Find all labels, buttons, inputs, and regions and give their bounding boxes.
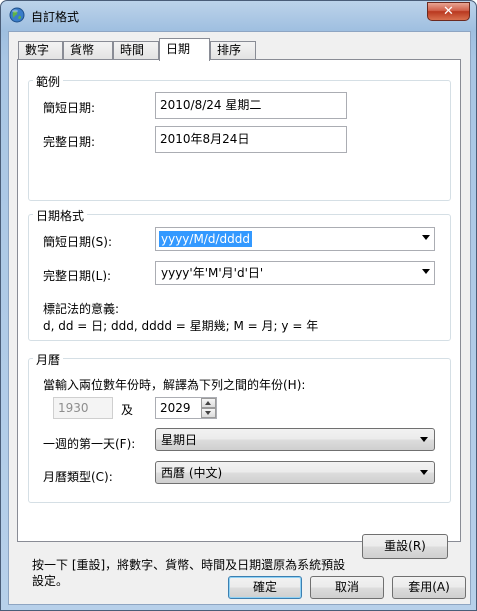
tab-sort[interactable]: 排序 <box>210 41 256 59</box>
reset-button[interactable]: 重設(R) <box>362 534 448 559</box>
tab-date[interactable]: 日期 <box>159 38 210 61</box>
reset-note: 按一下 [重設]，將數字、貨幣、時間及日期還原為系統預設設定。 <box>32 558 346 588</box>
example-group-title: 範例 <box>33 73 64 90</box>
close-button[interactable]: ✕ <box>427 2 470 21</box>
first-day-label: 一週的第一天(F): <box>43 437 136 451</box>
spin-down-button[interactable] <box>201 408 216 418</box>
example-short-label: 簡短日期: <box>43 101 96 115</box>
example-long-label: 完整日期: <box>43 135 96 149</box>
long-date-value[interactable]: yyyy'年'M'月'd'日' <box>159 265 265 281</box>
short-date-value[interactable]: yyyy/M/d/dddd <box>159 231 252 247</box>
custom-format-dialog: 自訂格式 ✕ 數字 貨幣 時間 日期 排序 範例 簡短日期: 2010/8/24… <box>0 0 477 611</box>
calendar-type-dropdown[interactable]: 西曆 (中文) <box>155 461 435 484</box>
apply-button[interactable]: 套用(A) <box>392 576 466 599</box>
example-group: 範例 簡短日期: 2010/8/24 星期二 完整日期: 2010年8月24日 <box>28 73 451 201</box>
cancel-button[interactable]: 取消 <box>310 576 384 599</box>
calendar-type-value[interactable]: 西曆 (中文) <box>161 465 222 481</box>
short-date-combo[interactable]: yyyy/M/d/dddd <box>155 227 435 251</box>
long-date-combo[interactable]: yyyy'年'M'月'd'日' <box>155 261 435 285</box>
spin-up-button[interactable] <box>201 398 216 408</box>
first-day-dropdown[interactable]: 星期日 <box>155 428 435 451</box>
date-tab-panel: 範例 簡短日期: 2010/8/24 星期二 完整日期: 2010年8月24日 … <box>17 59 461 588</box>
example-short-value: 2010/8/24 星期二 <box>155 92 347 119</box>
two-digit-year-label: 當輸入兩位數年份時，解譯為下列之間的年份(H): <box>43 378 306 392</box>
calendar-type-label: 月曆類型(C): <box>43 470 113 484</box>
window-title: 自訂格式 <box>31 10 80 24</box>
chevron-up-icon <box>205 401 211 405</box>
chevron-down-icon[interactable] <box>422 235 430 240</box>
calendar-group-title: 月曆 <box>33 351 64 368</box>
year-from-input: 1930 <box>53 397 113 419</box>
tab-currency[interactable]: 貨幣 <box>63 41 113 59</box>
chevron-down-icon <box>205 411 211 415</box>
dialog-body: 數字 貨幣 時間 日期 排序 範例 簡短日期: 2010/8/24 星期二 完整… <box>8 31 471 605</box>
globe-icon <box>9 7 25 23</box>
date-format-group-title: 日期格式 <box>33 207 88 224</box>
short-date-label: 簡短日期(S): <box>43 235 113 249</box>
calendar-group: 月曆 當輸入兩位數年份時，解譯為下列之間的年份(H): 1930 及 2029 … <box>28 351 451 503</box>
tab-time[interactable]: 時間 <box>113 41 159 59</box>
title-bar[interactable]: 自訂格式 ✕ <box>1 1 476 31</box>
chevron-down-icon[interactable] <box>420 437 428 442</box>
tab-numbers[interactable]: 數字 <box>18 41 63 59</box>
chevron-down-icon[interactable] <box>420 470 428 475</box>
close-icon: ✕ <box>443 4 454 19</box>
long-date-label: 完整日期(L): <box>43 269 112 283</box>
year-to-value[interactable]: 2029 <box>160 401 191 415</box>
example-long-value: 2010年8月24日 <box>155 126 347 153</box>
date-format-group: 日期格式 簡短日期(S): yyyy/M/d/dddd 完整日期(L): yyy… <box>28 207 451 341</box>
year-spinner[interactable] <box>201 398 216 418</box>
first-day-value[interactable]: 星期日 <box>161 432 197 448</box>
chevron-down-icon[interactable] <box>422 269 430 274</box>
notation-text: d, dd = 日; ddd, dddd = 星期幾; M = 月; y = 年 <box>43 319 319 333</box>
notation-title: 標記法的意義: <box>43 302 120 316</box>
ok-button[interactable]: 確定 <box>228 576 302 599</box>
and-label: 及 <box>121 403 134 417</box>
